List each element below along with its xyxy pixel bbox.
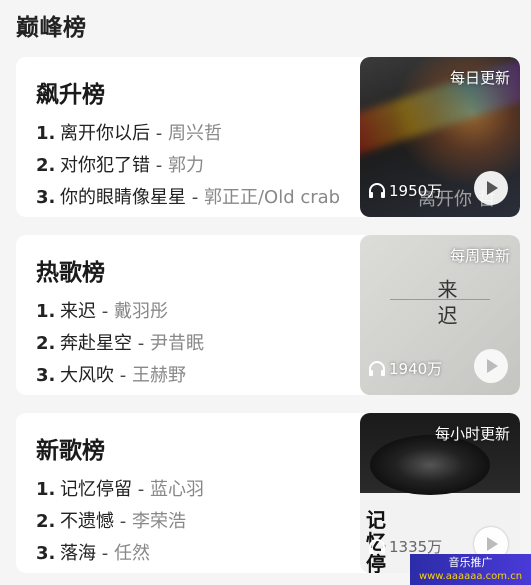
watermark-line1: 音乐推广 bbox=[448, 556, 493, 569]
update-badge: 每周更新 bbox=[449, 247, 510, 265]
song-artist: 戴羽彤 bbox=[113, 301, 168, 322]
song-separator: - bbox=[101, 543, 109, 564]
headphone-icon bbox=[369, 360, 385, 376]
song-item[interactable]: 1. 来迟 - 戴羽彤 bbox=[36, 297, 360, 323]
song-name: 你的眼睛像星星 bbox=[60, 187, 186, 208]
song-separator: - bbox=[119, 511, 127, 532]
song-rank: 2. bbox=[36, 511, 56, 532]
chart-cover[interactable]: 离开你 哲 每日更新 1950万 bbox=[360, 57, 520, 217]
watermark-line2: www.aaaaaa.com.cn bbox=[418, 571, 523, 582]
card-title: 热歌榜 bbox=[36, 260, 105, 286]
watermark: 音乐推广 www.aaaaaa.com.cn bbox=[410, 554, 531, 585]
play-count-value: 1940万 bbox=[389, 360, 443, 378]
song-name: 对你犯了错 bbox=[60, 155, 150, 176]
song-item[interactable]: 1. 记忆停留 - 蓝心羽 bbox=[36, 475, 360, 501]
song-separator: - bbox=[137, 333, 145, 354]
song-name: 来迟 bbox=[60, 301, 96, 322]
song-separator: - bbox=[155, 155, 163, 176]
song-name: 大风吹 bbox=[60, 365, 114, 386]
song-separator: - bbox=[191, 187, 199, 208]
song-artist: 尹昔眠 bbox=[149, 333, 204, 354]
song-artist: 周兴哲 bbox=[167, 123, 222, 144]
update-badge: 每日更新 bbox=[449, 69, 510, 87]
chart-cover[interactable]: 记忆停留 每小时更新 1335万 bbox=[360, 413, 520, 573]
song-item[interactable]: 3. 落海 - 任然 bbox=[36, 539, 360, 565]
play-icon bbox=[487, 537, 498, 551]
song-artist: 李荣浩 bbox=[131, 511, 186, 532]
play-count-value: 1950万 bbox=[389, 182, 443, 200]
turntable-record bbox=[370, 435, 490, 495]
song-rank: 1. bbox=[36, 123, 56, 144]
song-rank: 2. bbox=[36, 155, 56, 176]
song-item[interactable]: 1. 离开你以后 - 周兴哲 bbox=[36, 119, 360, 145]
song-rank: 1. bbox=[36, 479, 56, 500]
song-name: 奔赴星空 bbox=[60, 333, 132, 354]
song-separator: - bbox=[119, 365, 127, 386]
chart-card-soaring[interactable]: 飙升榜 1. 离开你以后 - 周兴哲 2. 对你犯了错 - 郭力 3. 你的眼睛像星星… bbox=[16, 57, 520, 217]
song-name: 落海 bbox=[60, 543, 96, 564]
song-artist: 蓝心羽 bbox=[149, 479, 204, 500]
song-name: 记忆停留 bbox=[60, 479, 132, 500]
cover-decor-line bbox=[390, 299, 490, 300]
song-rank: 2. bbox=[36, 333, 56, 354]
chart-card-new[interactable]: 新歌榜 1. 记忆停留 - 蓝心羽 2. 不遗憾 - 李荣浩 3. 落海 - 任然 记… bbox=[16, 413, 520, 573]
play-count: 1950万 bbox=[368, 180, 442, 201]
song-item[interactable]: 3. 大风吹 - 王赫野 bbox=[36, 361, 360, 387]
song-separator: - bbox=[101, 301, 109, 322]
song-rank: 3. bbox=[36, 365, 56, 386]
song-item[interactable]: 2. 奔赴星空 - 尹昔眠 bbox=[36, 329, 360, 355]
song-artist: 王赫野 bbox=[131, 365, 186, 386]
play-count: 1940万 bbox=[368, 358, 442, 379]
card-title: 飙升榜 bbox=[36, 82, 105, 108]
song-rank: 3. bbox=[36, 187, 56, 208]
song-name: 不遗憾 bbox=[60, 511, 114, 532]
cover-text: 来迟 bbox=[434, 279, 458, 331]
headphone-icon bbox=[369, 182, 385, 198]
song-item[interactable]: 3. 你的眼睛像星星 - 郭正正/Old crab bbox=[36, 183, 360, 209]
song-item[interactable]: 2. 不遗憾 - 李荣浩 bbox=[36, 507, 360, 533]
song-separator: - bbox=[137, 479, 145, 500]
update-badge: 每小时更新 bbox=[434, 425, 510, 443]
play-icon bbox=[487, 359, 498, 373]
play-icon bbox=[487, 181, 498, 195]
song-artist: 郭正正/Old crab bbox=[203, 187, 341, 208]
song-rank: 1. bbox=[36, 301, 56, 322]
play-button[interactable] bbox=[474, 171, 508, 205]
chart-cover[interactable]: 来迟 每周更新 1940万 bbox=[360, 235, 520, 395]
section-title: 巅峰榜 bbox=[16, 15, 87, 41]
chart-card-hot[interactable]: 热歌榜 1. 来迟 - 戴羽彤 2. 奔赴星空 - 尹昔眠 3. 大风吹 - 王赫野 … bbox=[16, 235, 520, 395]
song-separator: - bbox=[155, 123, 163, 144]
song-artist: 任然 bbox=[113, 543, 150, 564]
song-item[interactable]: 2. 对你犯了错 - 郭力 bbox=[36, 151, 360, 177]
play-button[interactable] bbox=[474, 349, 508, 383]
headphone-icon bbox=[369, 538, 385, 554]
song-artist: 郭力 bbox=[167, 155, 204, 176]
card-title: 新歌榜 bbox=[36, 438, 105, 464]
song-rank: 3. bbox=[36, 543, 56, 564]
song-name: 离开你以后 bbox=[60, 123, 150, 144]
